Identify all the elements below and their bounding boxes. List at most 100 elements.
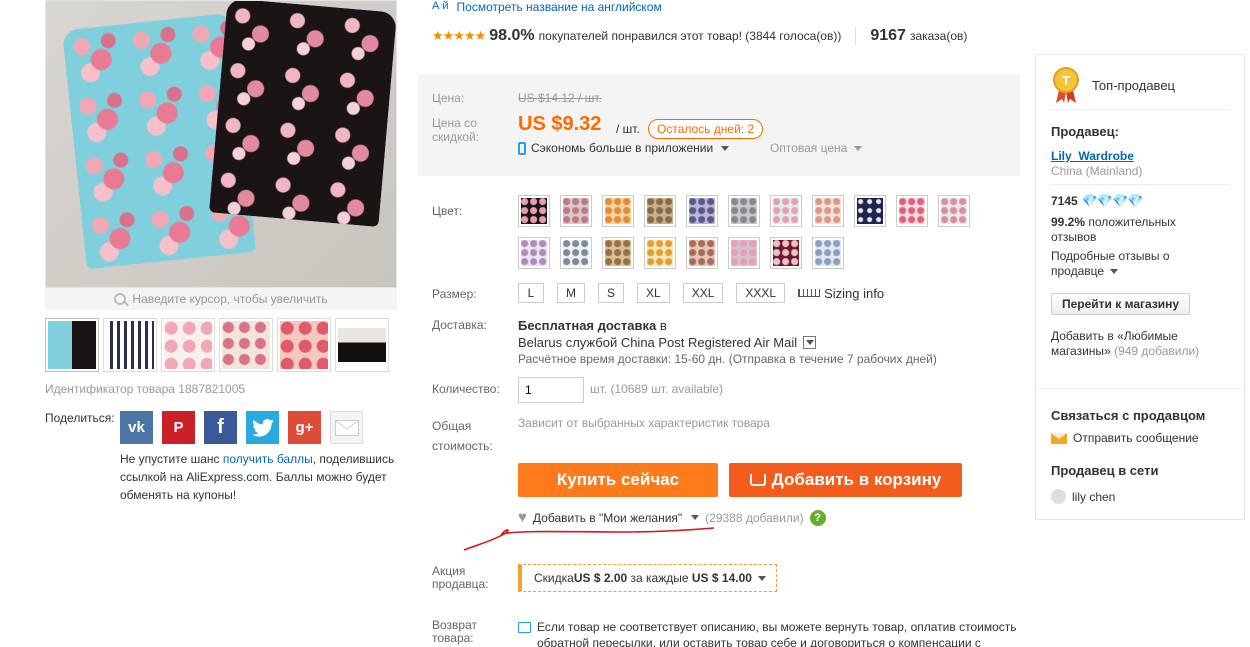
quantity-available: шт. (10689 шт. available) <box>590 382 723 396</box>
return-label: Возврат товара: <box>432 618 477 645</box>
color-swatch[interactable] <box>812 195 844 227</box>
envelope-icon <box>1051 432 1067 444</box>
color-swatch[interactable] <box>770 195 802 227</box>
color-swatch[interactable] <box>644 195 676 227</box>
translate-link-text: Посмотреть название на английском <box>456 0 662 14</box>
send-message-link[interactable]: Отправить сообщение <box>1051 431 1199 445</box>
app-save-text: Сэкономь больше в приложении <box>531 141 714 155</box>
seller-online-heading: Продавец в сети <box>1051 463 1159 478</box>
zoom-hint-text: Наведите курсор, чтобы увеличить <box>132 292 328 306</box>
color-swatch[interactable] <box>518 237 550 269</box>
wishlist-count: (29388 добавили) <box>705 510 804 525</box>
discount-price-label: Цена со скидкой: <box>432 116 480 144</box>
vk-icon[interactable]: vk <box>120 411 153 444</box>
promo-threshold: US $ 14.00 <box>691 571 752 585</box>
color-swatch[interactable] <box>812 237 844 269</box>
email-icon[interactable] <box>330 411 363 444</box>
thumbnail[interactable] <box>161 318 215 372</box>
chevron-down-icon <box>1110 269 1119 275</box>
shipping-method[interactable]: Belarus службой China Post Registered Ai… <box>518 335 817 350</box>
chevron-down-icon[interactable] <box>803 336 817 349</box>
rating-percent: 98.0% <box>489 27 535 44</box>
facebook-icon[interactable]: f <box>204 411 237 444</box>
color-swatch[interactable] <box>560 237 592 269</box>
thumbnail[interactable] <box>103 318 157 372</box>
size-option-xxl[interactable]: XXL <box>682 283 724 303</box>
divider <box>855 27 857 45</box>
go-to-store-button[interactable]: Перейти к магазину <box>1051 293 1191 315</box>
detailed-feedback-link[interactable]: Подробные отзывы о продавце <box>1051 249 1221 279</box>
quantity-label: Количество: <box>432 382 500 396</box>
twitter-icon[interactable] <box>246 411 279 444</box>
thumbnail[interactable] <box>277 318 331 372</box>
seller-score: 7145 💎💎💎💎 <box>1051 193 1144 209</box>
thumbnail[interactable] <box>45 318 99 372</box>
top-seller-medal-icon: T <box>1053 67 1079 103</box>
color-swatch[interactable] <box>518 195 550 227</box>
buy-now-button[interactable]: Купить сейчас <box>518 463 718 497</box>
star-rating-icon: ★★★★★ <box>432 28 486 43</box>
per-unit: / шт. <box>616 122 640 136</box>
size-option-xl[interactable]: XL <box>637 283 670 303</box>
color-swatch[interactable] <box>602 195 634 227</box>
color-swatch[interactable] <box>560 195 592 227</box>
ruler-icon <box>798 289 821 297</box>
seller-name-link[interactable]: Lily_Wardrobe <box>1051 149 1134 163</box>
size-label: Размер: <box>432 287 477 301</box>
chevron-down-icon[interactable] <box>691 515 700 520</box>
google-plus-icon[interactable]: g+ <box>288 411 321 444</box>
discount-price: US $9.32 <box>518 113 602 135</box>
pinterest-icon[interactable]: P <box>162 411 195 444</box>
color-swatch[interactable] <box>602 237 634 269</box>
color-swatch[interactable] <box>728 195 760 227</box>
earn-points-link[interactable]: получить баллы <box>223 452 313 466</box>
promo-dropdown[interactable]: Скидка US $ 2.00 за каждые US $ 14.00 <box>518 564 777 592</box>
cart-icon <box>749 474 766 486</box>
app-save-dropdown[interactable]: Сэкономь больше в приложении <box>518 141 730 155</box>
help-icon[interactable]: ? <box>809 509 826 526</box>
contact-seller-heading: Связаться с продавцом <box>1051 408 1206 423</box>
size-option-m[interactable]: M <box>557 283 585 303</box>
svg-text:T: T <box>1062 73 1070 88</box>
rating-text[interactable]: покупателей понравился этот товар! (3844… <box>539 29 842 43</box>
rating-row: ★★★★★ 98.0% покупателей понравился этот … <box>432 27 967 45</box>
seller-location: China (Mainland) <box>1051 164 1143 178</box>
thumbnail[interactable] <box>335 318 389 372</box>
share-icons: vk P f g+ <box>120 411 363 444</box>
share-note: Не упустите шанс получить баллы, поделив… <box>120 452 395 502</box>
wholesale-price-dropdown[interactable]: Оптовая цена <box>770 141 862 155</box>
add-to-wishlist[interactable]: Добавить в "Мои желания" <box>533 511 682 525</box>
total-value: Зависит от выбранных характеристик товар… <box>518 416 770 430</box>
thumbnail[interactable] <box>219 318 273 372</box>
color-swatch[interactable] <box>728 237 760 269</box>
diamond-icon: 💎💎💎💎 <box>1081 193 1144 208</box>
size-option-s[interactable]: S <box>598 283 625 303</box>
add-to-cart-label: Добавить в корзину <box>771 470 942 489</box>
product-id: Идентификатор товара 1887821005 <box>45 382 246 396</box>
translate-link[interactable]: А й Посмотреть название на английском <box>432 0 662 14</box>
quantity-input[interactable] <box>518 377 584 403</box>
sizing-info-text: Sizing info <box>824 285 885 301</box>
color-swatch[interactable] <box>686 195 718 227</box>
add-favorite-store-link[interactable]: Добавить в «Любимые магазины» (949 добав… <box>1051 329 1221 359</box>
main-product-image[interactable] <box>45 0 397 288</box>
color-swatch[interactable] <box>644 237 676 269</box>
size-option-xxxl[interactable]: XXXL <box>736 283 786 303</box>
color-swatch[interactable] <box>896 195 928 227</box>
old-price: US $14.12 / шт. <box>518 91 602 105</box>
shipping-method-text: Belarus службой China Post Registered Ai… <box>518 335 798 350</box>
sizing-info-link[interactable]: Sizing info <box>798 286 884 301</box>
color-swatch[interactable] <box>854 195 886 227</box>
thumbnail-strip <box>45 318 389 372</box>
color-swatch[interactable] <box>770 237 802 269</box>
magnifier-icon <box>114 293 127 305</box>
color-swatch[interactable] <box>938 195 970 227</box>
color-label: Цвет: <box>432 204 463 218</box>
add-to-cart-button[interactable]: Добавить в корзину <box>729 463 962 497</box>
color-swatch[interactable] <box>686 237 718 269</box>
shipping-time: Расчётное время доставки: 15-60 дн. (Отп… <box>518 352 937 366</box>
share-label: Поделиться: <box>45 411 115 425</box>
orders-text: заказа(ов) <box>909 29 968 43</box>
size-option-l[interactable]: L <box>518 283 544 303</box>
online-user[interactable]: lily chen <box>1051 489 1115 504</box>
